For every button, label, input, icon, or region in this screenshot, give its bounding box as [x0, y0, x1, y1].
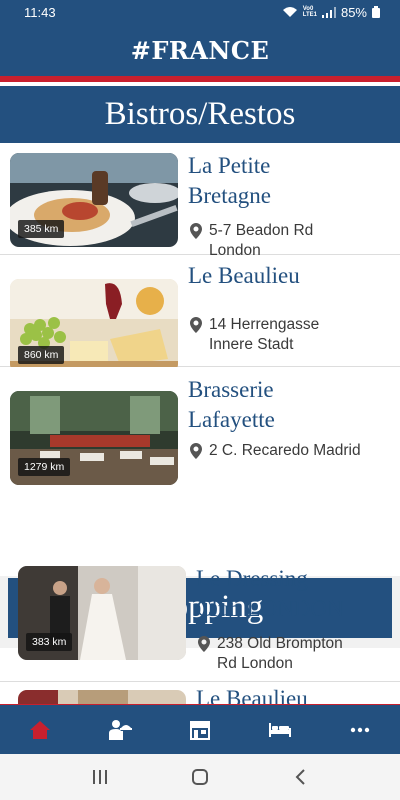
address-text: 2 C. Recaredo Madrid [209, 442, 361, 459]
distance-badge: 1279 km [18, 458, 71, 476]
shop-photo [18, 690, 186, 704]
shop-name: Le Beaulieu [196, 686, 308, 704]
battery-percent: 85% [340, 4, 367, 20]
nav-more[interactable] [320, 705, 400, 755]
shop-photo: 383 km [18, 566, 186, 660]
address-line: 2 C. Recaredo Madrid [190, 441, 361, 461]
nav-hotels[interactable] [240, 705, 320, 755]
list-item-shop-2[interactable]: Le Beaulieu [0, 682, 400, 704]
home-button[interactable] [180, 757, 220, 797]
shop-name: Le Dressing Club LONDON [196, 566, 344, 621]
restaurant-photo: 860 km [10, 279, 178, 373]
home-circle-icon [192, 769, 208, 785]
battery-icon [372, 6, 380, 18]
location-pin-icon [190, 443, 202, 459]
scroll-content[interactable]: Bistros/Restos 385 km La Petite Bretagne… [0, 82, 400, 704]
location-pin-icon [198, 636, 210, 652]
address-line: 14 Herrengasse Innere Stadt [190, 315, 319, 355]
back-button[interactable] [280, 757, 320, 797]
distance-badge: 860 km [18, 346, 65, 364]
location-pin-icon [190, 317, 202, 333]
list-item-le-beaulieu[interactable]: 860 km Le Beaulieu 14 Herrengasse Innere… [0, 255, 400, 373]
waiter-icon [109, 719, 132, 740]
section-banner-bistros: Bistros/Restos [0, 86, 400, 143]
system-navigation-bar [0, 754, 400, 800]
distance-badge: 383 km [26, 633, 73, 651]
signal-icon [321, 6, 336, 18]
shop-icon [190, 720, 210, 740]
carrier-label: Vo0 LTE1 [302, 6, 317, 18]
nav-restaurants[interactable] [80, 705, 160, 755]
nav-shopping[interactable] [160, 705, 240, 755]
back-icon [295, 769, 305, 785]
list-item-la-petite-bretagne[interactable]: 385 km La Petite Bretagne 5-7 Beadon Rd … [0, 143, 400, 259]
wifi-icon [282, 7, 297, 17]
address-text: 238 Old Brompton Rd London [217, 635, 343, 672]
status-bar: 11:43 Vo0 LTE1 85% [0, 0, 400, 24]
location-pin-icon [190, 223, 202, 239]
address-line: 238 Old Brompton Rd London [198, 634, 343, 674]
status-time: 11:43 [24, 4, 56, 20]
section-title: Bistros/Restos [104, 96, 296, 132]
list-item-le-dressing-club[interactable]: 383 km Le Dressing Club LONDON 238 Old B… [0, 556, 400, 682]
restaurant-photo: 385 km [10, 153, 178, 247]
status-icons: Vo0 LTE1 85% [282, 5, 380, 20]
app-title: #FRANCE [130, 35, 270, 65]
list-item-brasserie-lafayette[interactable]: 1279 km Brasserie Lafayette 2 C. Recared… [0, 367, 400, 576]
restaurant-name: Le Beaulieu [188, 263, 300, 288]
address-text: 14 Herrengasse Innere Stadt [209, 316, 320, 353]
app-header: #FRANCE [0, 24, 400, 76]
restaurant-photo: 1279 km [10, 391, 178, 485]
bed-icon [269, 722, 291, 737]
restaurant-name: La Petite Bretagne [188, 153, 272, 208]
home-icon [30, 720, 50, 739]
restaurant-name: Brasserie Lafayette [188, 377, 275, 432]
bottom-navigation [0, 704, 400, 754]
nav-home[interactable] [0, 705, 80, 755]
distance-badge: 385 km [18, 220, 65, 238]
more-icon [350, 727, 370, 732]
recent-apps-button[interactable] [80, 757, 120, 797]
recent-apps-icon [93, 770, 107, 784]
